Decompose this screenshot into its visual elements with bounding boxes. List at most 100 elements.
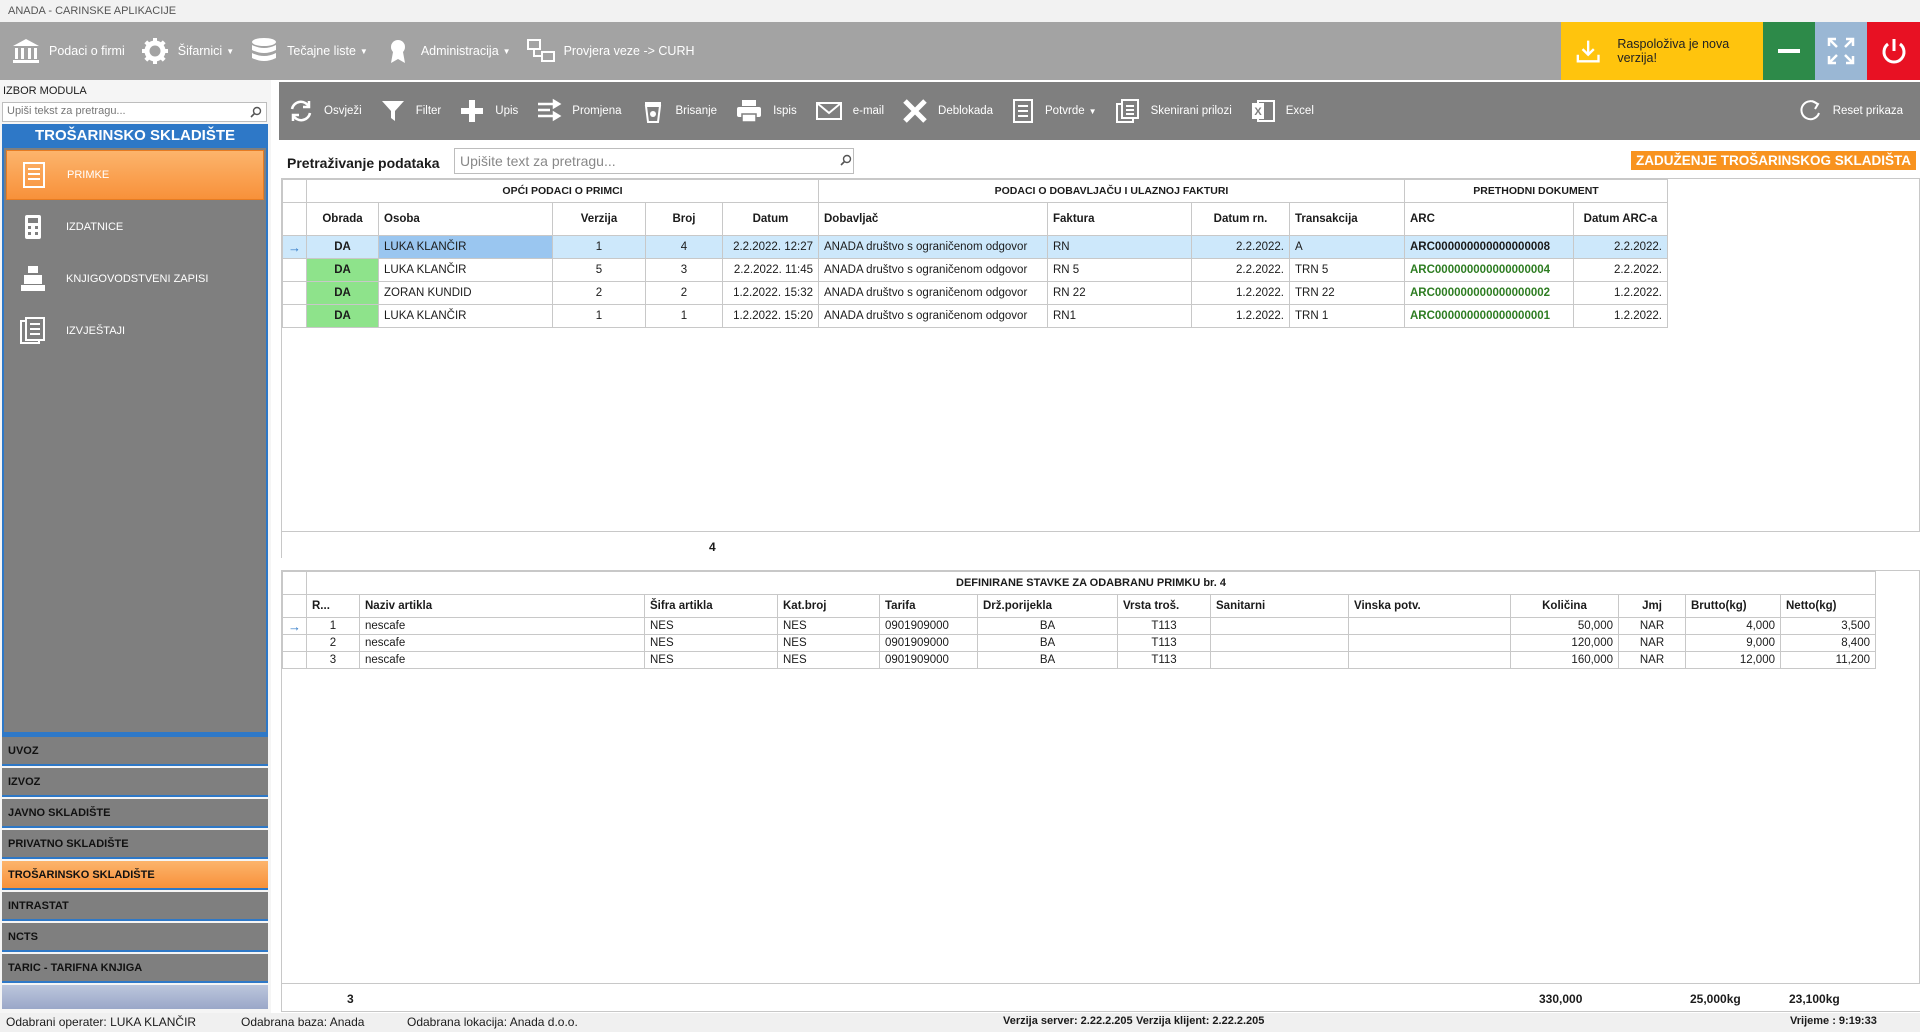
cell-jmj[interactable]: NAR (1618, 651, 1686, 669)
cell-naziv[interactable]: nescafe (359, 617, 645, 635)
cell-san[interactable] (1210, 651, 1349, 669)
cell-verzija[interactable]: 2 (552, 281, 646, 305)
cell-broj[interactable]: 1 (645, 304, 723, 328)
col-header-kolicina[interactable]: Količina (1510, 594, 1619, 618)
cell-netto[interactable]: 3,500 (1780, 617, 1876, 635)
module-item-izvjestaji[interactable]: IZVJEŠTAJI (6, 306, 264, 356)
category-intrastat[interactable]: INTRASTAT (2, 892, 268, 921)
menu-tecajne-liste[interactable]: Tečajne liste ▼ (242, 22, 376, 80)
cell-obrada[interactable]: DA (306, 304, 379, 328)
cell-datum-arc[interactable]: 1.2.2022. (1573, 304, 1668, 328)
col-header-transakcija[interactable]: Transakcija (1289, 202, 1405, 236)
cell-vin[interactable] (1348, 634, 1511, 652)
module-search-input[interactable]: Upiši tekst za pretragu... (2, 102, 267, 122)
col-header-vrsta[interactable]: Vrsta troš. (1117, 594, 1211, 618)
cell-sifra[interactable]: NES (644, 651, 778, 669)
cell-broj[interactable]: 3 (645, 258, 723, 282)
col-header-dobavljac[interactable]: Dobavljač (818, 202, 1048, 236)
menu-provjera-veze[interactable]: Provjera veze -> CURH (519, 22, 703, 80)
cell-datum-arc[interactable]: 2.2.2022. (1573, 235, 1668, 259)
cell-sifra[interactable]: NES (644, 617, 778, 635)
cell-osoba[interactable]: LUKA KLANČIR (378, 304, 553, 328)
cell-rb[interactable]: 3 (306, 651, 360, 669)
table-row[interactable]: 3 nescafe NES NES 0901909000 BA T113 160,000 NAR… (282, 651, 1876, 669)
table-row[interactable]: 2 nescafe NES NES 0901909000 BA T113 120,000 NAR… (282, 634, 1876, 652)
cell-dobavljac[interactable]: ANADA društvo s ograničenom odgovor (818, 281, 1048, 305)
col-header-sanitarni[interactable]: Sanitarni (1210, 594, 1349, 618)
cell-verzija[interactable]: 1 (552, 235, 646, 259)
col-header-rb[interactable]: R... (306, 594, 360, 618)
cell-osoba[interactable]: ZORAN KUNDID (378, 281, 553, 305)
col-header-netto[interactable]: Netto(kg) (1780, 594, 1876, 618)
cell-datum-rn[interactable]: 1.2.2022. (1191, 281, 1290, 305)
col-header-tarifa[interactable]: Tarifa (879, 594, 978, 618)
cell-obrada[interactable]: DA (306, 258, 379, 282)
filter-button[interactable]: Filter (371, 82, 451, 140)
col-header-drz[interactable]: Drž.porijekla (977, 594, 1118, 618)
col-header-jmj[interactable]: Jmj (1618, 594, 1686, 618)
col-header-datum[interactable]: Datum (722, 202, 819, 236)
cell-san[interactable] (1210, 634, 1349, 652)
cell-jmj[interactable]: NAR (1618, 634, 1686, 652)
email-button[interactable]: e-mail (806, 82, 893, 140)
module-item-knjigovodstveni-zapisi[interactable]: KNJIGOVODSTVENI ZAPISI (6, 254, 264, 304)
cell-brutto[interactable]: 12,000 (1685, 651, 1781, 669)
add-button[interactable]: Upis (450, 82, 527, 140)
cell-vin[interactable] (1348, 617, 1511, 635)
cell-rb[interactable]: 2 (306, 634, 360, 652)
col-header-obrada[interactable]: Obrada (306, 202, 379, 236)
menu-podaci-o-firmi[interactable]: Podaci o firmi (0, 22, 133, 80)
col-header-verzija[interactable]: Verzija (552, 202, 646, 236)
cell-drz[interactable]: BA (977, 634, 1118, 652)
table-row[interactable]: DA ZORAN KUNDID 2 2 1.2.2022. 15:32 ANADA dru… (282, 281, 1668, 305)
confirmations-button[interactable]: Potvrde ▼ (1002, 82, 1106, 140)
cell-san[interactable] (1210, 617, 1349, 635)
cell-kol[interactable]: 50,000 (1510, 617, 1619, 635)
excel-button[interactable]: X Excel (1241, 82, 1323, 140)
cell-obrada[interactable]: DA (306, 281, 379, 305)
category-izvoz[interactable]: IZVOZ (2, 768, 268, 797)
col-header-vinska[interactable]: Vinska potv. (1348, 594, 1511, 618)
table-row[interactable]: → DA LUKA KLANČIR 1 4 2.2.2022. 12:27 ANADA dr… (282, 235, 1668, 259)
cell-faktura[interactable]: RN 22 (1047, 281, 1192, 305)
category-ncts[interactable]: NCTS (2, 923, 268, 952)
cell-vin[interactable] (1348, 651, 1511, 669)
cell-netto[interactable]: 8,400 (1780, 634, 1876, 652)
col-header-sifra[interactable]: Šifra artikla (644, 594, 778, 618)
module-item-izdatnice[interactable]: IZDATNICE (6, 202, 264, 252)
cell-naziv[interactable]: nescafe (359, 634, 645, 652)
cell-tarifa[interactable]: 0901909000 (879, 617, 978, 635)
table-row[interactable]: → 1 nescafe NES NES 0901909000 BA T113 50,000 NAR… (282, 617, 1876, 635)
module-item-primke[interactable]: PRIMKE (6, 150, 264, 200)
cell-osoba[interactable]: LUKA KLANČIR (378, 235, 553, 259)
reset-view-button[interactable]: Reset prikaza (1788, 82, 1912, 140)
table-row[interactable]: DA LUKA KLANČIR 5 3 2.2.2022. 11:45 ANADA dru… (282, 258, 1668, 282)
col-header-brutto[interactable]: Brutto(kg) (1685, 594, 1781, 618)
col-header-arc[interactable]: ARC (1404, 202, 1574, 236)
delete-button[interactable]: Brisanje (631, 82, 727, 140)
col-header-faktura[interactable]: Faktura (1047, 202, 1192, 236)
cell-transakcija[interactable]: TRN 22 (1289, 281, 1405, 305)
col-header-datum-rn[interactable]: Datum rn. (1191, 202, 1290, 236)
cell-dobavljac[interactable]: ANADA društvo s ograničenom odgovor (818, 304, 1048, 328)
cell-transakcija[interactable]: TRN 1 (1289, 304, 1405, 328)
cell-kol[interactable]: 160,000 (1510, 651, 1619, 669)
cell-drz[interactable]: BA (977, 651, 1118, 669)
col-header-naziv[interactable]: Naziv artikla (359, 594, 645, 618)
cell-datum[interactable]: 1.2.2022. 15:32 (722, 281, 819, 305)
update-available-button[interactable]: Raspoloživa je nova verzija! (1561, 22, 1763, 80)
power-button[interactable] (1867, 22, 1920, 80)
minimize-button[interactable] (1763, 22, 1815, 80)
cell-vrsta[interactable]: T113 (1117, 634, 1211, 652)
cell-kat[interactable]: NES (777, 634, 880, 652)
table-row[interactable]: DA LUKA KLANČIR 1 1 1.2.2022. 15:20 ANADA dru… (282, 304, 1668, 328)
cell-drz[interactable]: BA (977, 617, 1118, 635)
cell-arc[interactable]: ARC000000000000000001 (1404, 304, 1574, 328)
cell-datum-arc[interactable]: 2.2.2022. (1573, 258, 1668, 282)
scanned-attachments-button[interactable]: Skenirani prilozi (1106, 82, 1241, 140)
cell-verzija[interactable]: 5 (552, 258, 646, 282)
cell-broj[interactable]: 4 (645, 235, 723, 259)
cell-kat[interactable]: NES (777, 651, 880, 669)
cell-datum-rn[interactable]: 2.2.2022. (1191, 235, 1290, 259)
refresh-button[interactable]: Osvježi (279, 82, 371, 140)
